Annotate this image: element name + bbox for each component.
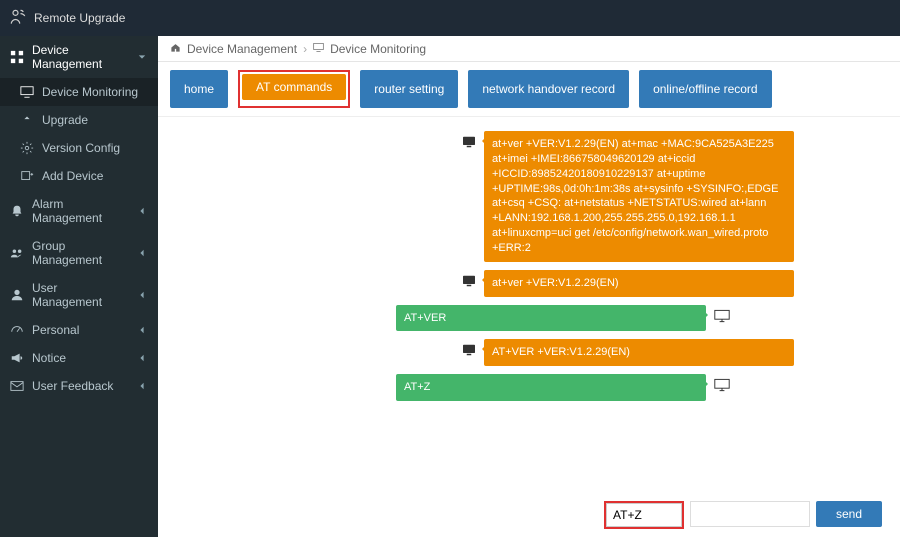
monitor-icon — [313, 42, 324, 56]
chat-log: at+ver +VER:V1.2.29(EN) at+mac +MAC:9CA5… — [460, 131, 880, 537]
chevron-left-icon — [138, 288, 148, 302]
highlight-frame — [604, 501, 684, 529]
pc-icon — [714, 309, 730, 323]
device-avatar-icon — [460, 341, 478, 359]
message-received: at+ver +VER:V1.2.29(EN) — [460, 270, 880, 297]
sidebar-item-personal[interactable]: Personal — [0, 316, 158, 344]
highlight-frame: AT commands — [238, 70, 350, 108]
send-button[interactable]: send — [816, 501, 882, 527]
sidebar-item-version-config[interactable]: Version Config — [0, 134, 158, 162]
message-sent: AT+Z — [396, 374, 880, 401]
breadcrumb-current: Device Monitoring — [330, 42, 426, 56]
tab-online-offline-record[interactable]: online/offline record — [639, 70, 772, 108]
pc-icon — [714, 378, 730, 392]
sidebar-item-group-management[interactable]: Group Management — [0, 232, 158, 274]
device-avatar-icon — [460, 272, 478, 290]
command-extra-input[interactable] — [690, 501, 810, 527]
sidebar-item-upgrade[interactable]: Upgrade — [0, 106, 158, 134]
sidebar-item-user-feedback[interactable]: User Feedback — [0, 372, 158, 400]
tab-network-handover-record[interactable]: network handover record — [468, 70, 629, 108]
chevron-down-icon — [138, 50, 148, 64]
breadcrumb-root[interactable]: Device Management — [187, 42, 297, 56]
chevron-left-icon — [138, 323, 148, 337]
command-input-bar: send — [604, 501, 882, 529]
grid-icon — [10, 50, 24, 64]
sidebar-item-user-management[interactable]: User Management — [0, 274, 158, 316]
megaphone-icon — [10, 351, 24, 365]
sidebar: Device Management Device Monitoring Upgr… — [0, 36, 158, 537]
message-bubble: at+ver +VER:V1.2.29(EN) — [484, 270, 794, 297]
sidebar-item-notice[interactable]: Notice — [0, 344, 158, 372]
message-bubble: at+ver +VER:V1.2.29(EN) at+mac +MAC:9CA5… — [484, 131, 794, 262]
dashboard-icon — [10, 323, 24, 337]
main-panel: Device Management › Device Monitoring ho… — [158, 36, 900, 537]
message-received: AT+VER +VER:V1.2.29(EN) — [460, 339, 880, 366]
app-logo-icon — [8, 7, 28, 30]
users-icon — [10, 246, 24, 260]
upload-icon — [20, 113, 34, 127]
chevron-left-icon — [138, 379, 148, 393]
message-bubble: AT+Z — [396, 374, 706, 401]
chevron-left-icon — [138, 246, 148, 260]
mail-icon — [10, 379, 24, 393]
tabs-row: home AT commands router setting network … — [158, 62, 900, 117]
app-title: Remote Upgrade — [34, 11, 125, 25]
sidebar-item-add-device[interactable]: Add Device — [0, 162, 158, 190]
tab-home[interactable]: home — [170, 70, 228, 108]
sidebar-item-alarm-management[interactable]: Alarm Management — [0, 190, 158, 232]
message-sent: AT+VER — [396, 305, 880, 332]
home-icon — [170, 42, 181, 56]
plus-device-icon — [20, 169, 34, 183]
message-bubble: AT+VER — [396, 305, 706, 332]
command-input[interactable] — [606, 503, 682, 527]
message-bubble: AT+VER +VER:V1.2.29(EN) — [484, 339, 794, 366]
tab-at-commands[interactable]: AT commands — [242, 74, 346, 100]
breadcrumb: Device Management › Device Monitoring — [158, 36, 900, 62]
monitor-icon — [20, 85, 34, 99]
sidebar-item-device-management[interactable]: Device Management — [0, 36, 158, 78]
user-icon — [10, 288, 24, 302]
gear-icon — [20, 141, 34, 155]
chevron-left-icon — [138, 204, 148, 218]
device-avatar-icon — [460, 133, 478, 151]
chevron-left-icon — [138, 351, 148, 365]
message-received: at+ver +VER:V1.2.29(EN) at+mac +MAC:9CA5… — [460, 131, 880, 262]
tab-router-setting[interactable]: router setting — [360, 70, 458, 108]
top-bar: Remote Upgrade — [0, 0, 900, 36]
sidebar-item-device-monitoring[interactable]: Device Monitoring — [0, 78, 158, 106]
bell-icon — [10, 204, 24, 218]
